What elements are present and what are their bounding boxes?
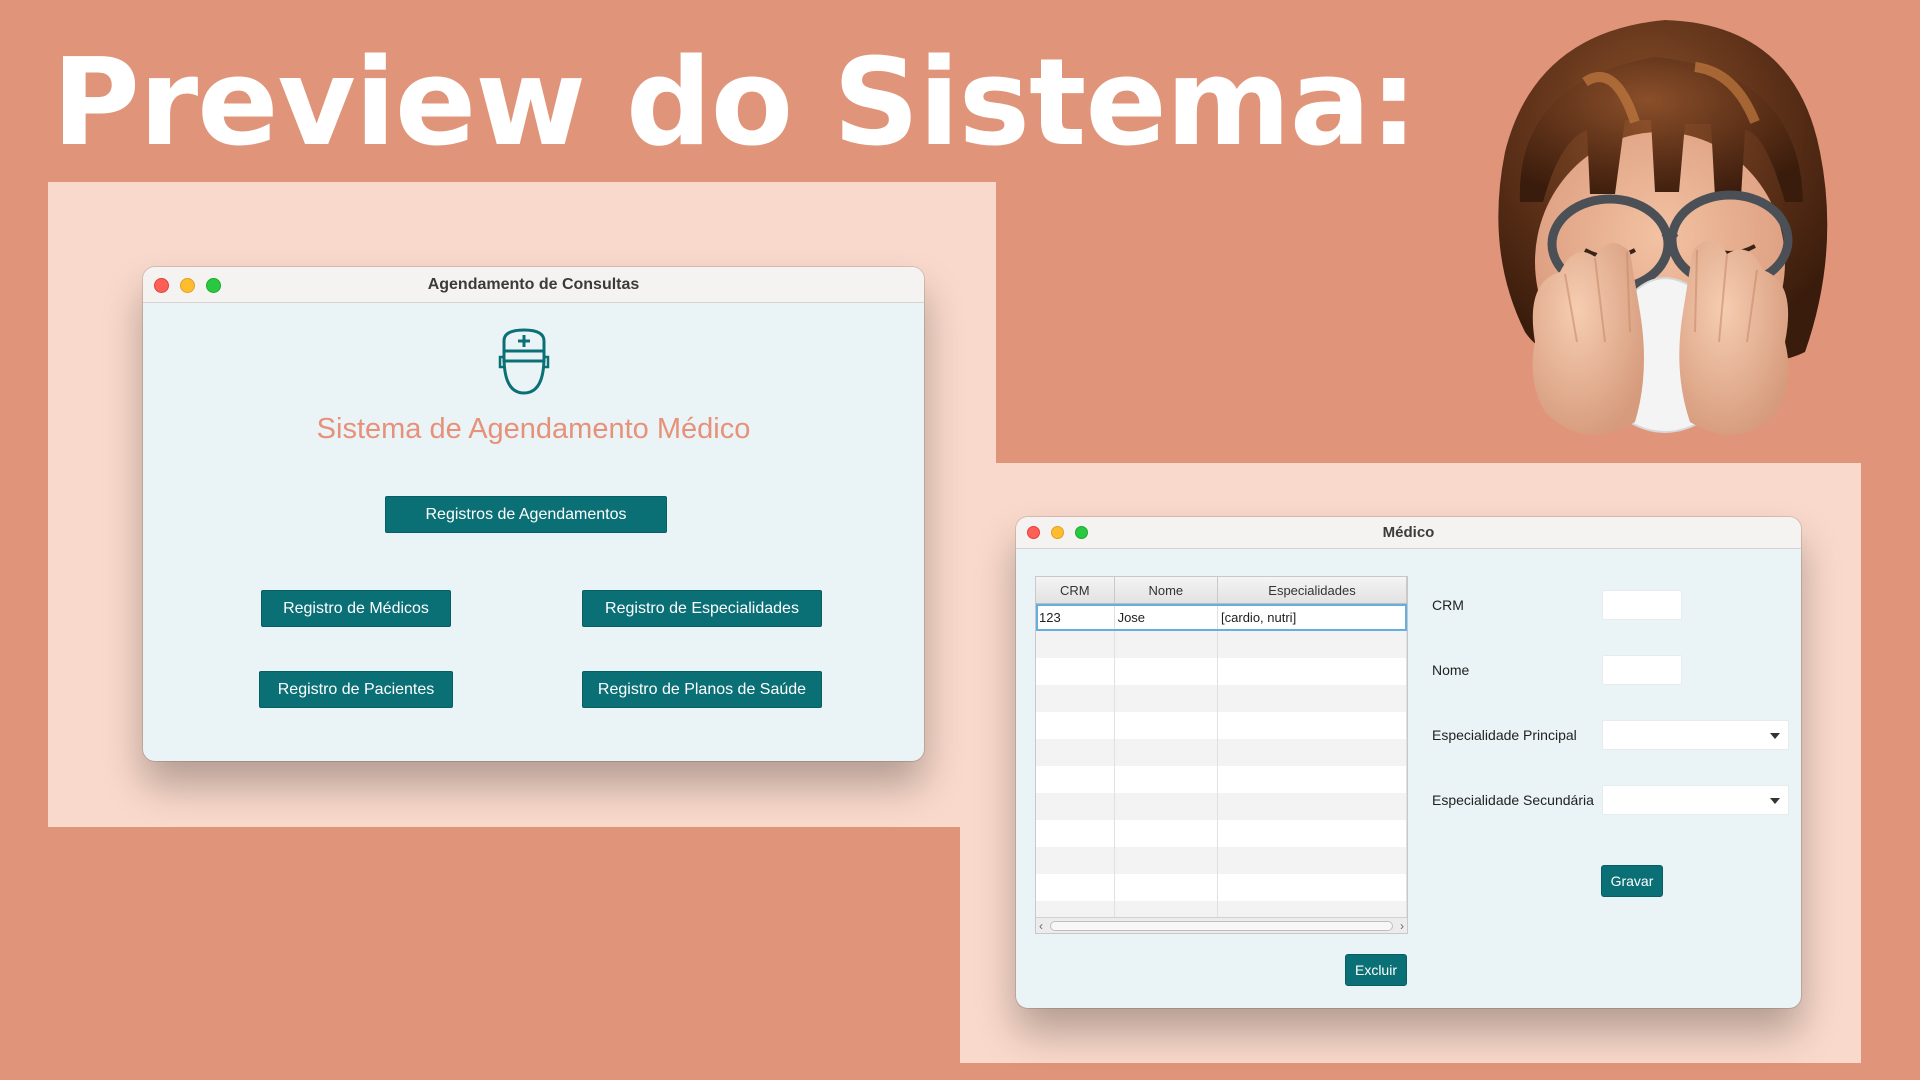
especialidade-principal-select[interactable] [1602,720,1789,750]
table-row-empty [1036,793,1407,820]
main-window: Agendamento de Consultas Sistema de Agen… [143,267,924,761]
scroll-right-icon[interactable]: › [1400,918,1404,933]
table-row-empty [1036,766,1407,793]
medico-window-titlebar: Médico [1016,517,1801,549]
table-row-empty [1036,739,1407,766]
medico-window-title: Médico [1382,524,1435,541]
close-window-button[interactable] [154,278,169,293]
registro-planos-saude-button[interactable]: Registro de Planos de Saúde [582,671,822,708]
column-header-especialidades[interactable]: Especialidades [1218,577,1407,603]
minimize-window-button[interactable] [1051,526,1064,539]
table-row-empty [1036,685,1407,712]
crm-label: CRM [1432,597,1464,613]
minimize-window-button[interactable] [180,278,195,293]
especialidade-secundaria-label: Especialidade Secundária [1432,792,1594,808]
table-row-empty [1036,820,1407,847]
table-row-empty [1036,874,1407,901]
cell-nome: Jose [1115,604,1219,631]
main-window-titlebar: Agendamento de Consultas [143,267,924,303]
table-row-empty [1036,658,1407,685]
column-header-nome[interactable]: Nome [1115,577,1219,603]
column-header-crm[interactable]: CRM [1036,577,1115,603]
table-header: CRM Nome Especialidades [1036,577,1407,604]
table-row-empty [1036,847,1407,874]
excluir-button[interactable]: Excluir [1345,954,1407,986]
registro-pacientes-button[interactable]: Registro de Pacientes [259,671,453,708]
doctor-icon [498,328,550,395]
crm-field[interactable] [1602,590,1682,620]
close-window-button[interactable] [1027,526,1040,539]
registros-agendamentos-button[interactable]: Registros de Agendamentos [385,496,667,533]
nome-field[interactable] [1602,655,1682,685]
scroll-left-icon[interactable]: ‹ [1039,918,1043,933]
cell-crm: 123 [1036,604,1115,631]
sneezing-woman-memoji [1498,20,1828,435]
scrollbar-thumb[interactable] [1050,921,1393,931]
registro-especialidades-button[interactable]: Registro de Especialidades [582,590,822,627]
nome-label: Nome [1432,662,1470,678]
chevron-down-icon [1770,798,1780,804]
app-title: Sistema de Agendamento Médico [316,413,751,445]
zoom-window-button[interactable] [206,278,221,293]
gravar-button[interactable]: Gravar [1601,865,1663,897]
main-window-title: Agendamento de Consultas [427,275,640,293]
page-headline: Preview do Sistema: [52,34,1418,173]
medicos-table[interactable]: CRM Nome Especialidades 123 Jose [cardio… [1035,576,1408,934]
cell-especialidades: [cardio, nutri] [1218,604,1407,631]
registro-medicos-button[interactable]: Registro de Médicos [261,590,451,627]
especialidade-principal-label: Especialidade Principal [1432,727,1577,743]
table-row[interactable]: 123 Jose [cardio, nutri] [1036,604,1407,631]
especialidade-secundaria-select[interactable] [1602,785,1789,815]
zoom-window-button[interactable] [1075,526,1088,539]
table-row-empty [1036,631,1407,658]
table-row-empty [1036,712,1407,739]
horizontal-scrollbar[interactable]: ‹ › [1036,917,1407,933]
medico-window: Médico CRM Nome Especialidades 123 Jose … [1016,517,1801,1008]
chevron-down-icon [1770,733,1780,739]
